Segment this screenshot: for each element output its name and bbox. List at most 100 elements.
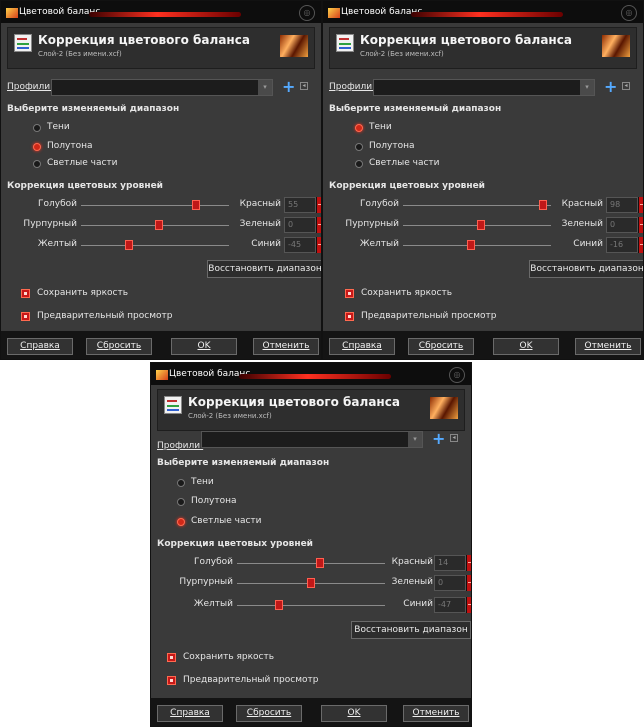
range-label-highlights[interactable]: Светлые части: [369, 158, 440, 168]
add-profile-icon[interactable]: +: [432, 429, 445, 448]
add-profile-icon[interactable]: +: [282, 77, 295, 96]
help-button[interactable]: Справка: [157, 705, 223, 722]
window-titlebar[interactable]: Цветовой баланс ◎: [151, 363, 471, 385]
profile-menu-icon[interactable]: ◂: [450, 434, 458, 442]
spin-buttons[interactable]: [466, 597, 471, 613]
profiles-combo[interactable]: ▾: [51, 79, 273, 96]
cancel-button[interactable]: Отменить: [403, 705, 469, 722]
chevron-down-icon[interactable]: ▾: [580, 80, 594, 95]
slider-value[interactable]: 0: [434, 575, 466, 591]
preview-checkbox[interactable]: [345, 312, 354, 321]
range-label-midtones[interactable]: Полутона: [47, 141, 93, 151]
reset-button[interactable]: Сбросить: [236, 705, 302, 722]
help-button[interactable]: Справка: [7, 338, 73, 355]
slider-value[interactable]: 55: [284, 197, 316, 213]
radio-midtones[interactable]: [355, 143, 363, 151]
slider-handle[interactable]: [125, 240, 133, 250]
close-icon[interactable]: ◎: [621, 5, 637, 21]
slider-value[interactable]: 14: [434, 555, 466, 571]
preview-label[interactable]: Предварительный просмотр: [37, 311, 172, 321]
radio-midtones[interactable]: [177, 498, 185, 506]
slider-right-label: Синий: [403, 599, 433, 609]
preview-checkbox[interactable]: [21, 312, 30, 321]
slider-handle[interactable]: [307, 578, 315, 588]
slider-handle[interactable]: [477, 220, 485, 230]
range-heading: Выберите изменяемый диапазон: [7, 104, 180, 114]
reset-button[interactable]: Сбросить: [408, 338, 474, 355]
slider-track[interactable]: [403, 245, 551, 246]
range-label-midtones[interactable]: Полутона: [369, 141, 415, 151]
slider-value[interactable]: 98: [606, 197, 638, 213]
preserve-luminosity-checkbox[interactable]: [21, 289, 30, 298]
preview-label[interactable]: Предварительный просмотр: [361, 311, 496, 321]
radio-highlights[interactable]: [33, 160, 41, 168]
range-label-highlights[interactable]: Светлые части: [47, 158, 118, 168]
range-label-shadows[interactable]: Тени: [369, 122, 392, 132]
header-subtitle: Слой-2 (Без имени.xcf): [188, 412, 272, 420]
range-label-highlights[interactable]: Светлые части: [191, 516, 262, 526]
chevron-down-icon[interactable]: ▾: [408, 432, 422, 447]
preserve-luminosity-label[interactable]: Сохранить яркость: [361, 288, 452, 298]
range-label-shadows[interactable]: Тени: [191, 477, 214, 487]
radio-shadows[interactable]: [355, 124, 363, 132]
slider-handle[interactable]: [539, 200, 547, 210]
radio-shadows[interactable]: [33, 124, 41, 132]
cancel-button[interactable]: Отменить: [253, 338, 319, 355]
slider-handle[interactable]: [316, 558, 324, 568]
spin-buttons[interactable]: [466, 575, 471, 591]
profiles-combo[interactable]: ▾: [373, 79, 595, 96]
radio-shadows[interactable]: [177, 479, 185, 487]
spin-buttons[interactable]: [638, 197, 643, 213]
radio-midtones[interactable]: [33, 143, 41, 151]
spin-buttons[interactable]: [466, 555, 471, 571]
reset-range-button[interactable]: Восстановить диапазон: [207, 260, 321, 278]
slider-track[interactable]: [237, 605, 385, 606]
slider-value[interactable]: 0: [606, 217, 638, 233]
reset-range-button[interactable]: Восстановить диапазон: [351, 621, 471, 639]
window-titlebar[interactable]: Цветовой баланс ◎: [1, 1, 321, 23]
range-label-midtones[interactable]: Полутона: [191, 496, 237, 506]
add-profile-icon[interactable]: +: [604, 77, 617, 96]
preview-checkbox[interactable]: [167, 676, 176, 685]
reset-range-button[interactable]: Восстановить диапазон: [529, 260, 643, 278]
ok-button[interactable]: OK: [493, 338, 559, 355]
spin-buttons[interactable]: [638, 217, 643, 233]
slider-handle[interactable]: [467, 240, 475, 250]
slider-value[interactable]: -45: [284, 237, 316, 253]
radio-highlights[interactable]: [355, 160, 363, 168]
slider-value[interactable]: -47: [434, 597, 466, 613]
reset-button[interactable]: Сбросить: [86, 338, 152, 355]
chevron-down-icon[interactable]: ▾: [258, 80, 272, 95]
profiles-combo[interactable]: ▾: [201, 431, 423, 448]
range-label-shadows[interactable]: Тени: [47, 122, 70, 132]
slider-handle[interactable]: [275, 600, 283, 610]
ok-button[interactable]: OK: [321, 705, 387, 722]
preserve-luminosity-label[interactable]: Сохранить яркость: [183, 652, 274, 662]
close-icon[interactable]: ◎: [299, 5, 315, 21]
profile-menu-icon[interactable]: ◂: [300, 82, 308, 90]
slider-track[interactable]: [81, 205, 229, 206]
close-icon[interactable]: ◎: [449, 367, 465, 383]
profile-menu-icon[interactable]: ◂: [622, 82, 630, 90]
preserve-luminosity-checkbox[interactable]: [167, 653, 176, 662]
slider-value[interactable]: -16: [606, 237, 638, 253]
layer-thumbnail: [430, 397, 458, 419]
preview-label[interactable]: Предварительный просмотр: [183, 675, 318, 685]
slider-value[interactable]: 0: [284, 217, 316, 233]
slider-track[interactable]: [237, 563, 385, 564]
dialog-header: Коррекция цветового баланса Слой-2 (Без …: [157, 389, 465, 431]
slider-handle[interactable]: [155, 220, 163, 230]
profiles-label: Профили:: [157, 441, 204, 451]
cancel-button[interactable]: Отменить: [575, 338, 641, 355]
window-titlebar[interactable]: Цветовой баланс ◎: [323, 1, 643, 23]
titlebar-decoration: [239, 374, 391, 379]
ok-button[interactable]: OK: [171, 338, 237, 355]
spin-buttons[interactable]: [638, 237, 643, 253]
slider-handle[interactable]: [192, 200, 200, 210]
slider-track[interactable]: [403, 205, 551, 206]
slider-track[interactable]: [81, 245, 229, 246]
preserve-luminosity-label[interactable]: Сохранить яркость: [37, 288, 128, 298]
preserve-luminosity-checkbox[interactable]: [345, 289, 354, 298]
help-button[interactable]: Справка: [329, 338, 395, 355]
radio-highlights[interactable]: [177, 518, 185, 526]
